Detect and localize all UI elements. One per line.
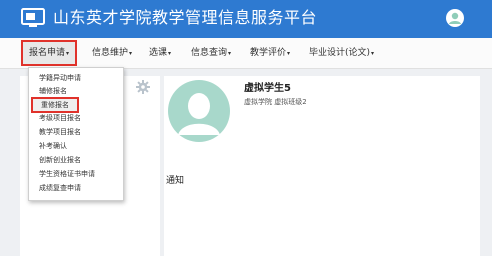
nav-item-label: 毕业设计(论文) xyxy=(309,48,371,58)
nav-item-label: 信息查询 xyxy=(191,48,228,58)
menu-item-innovation[interactable]: 创新创业报名 xyxy=(39,154,81,166)
chevron-down-icon: ▾ xyxy=(66,50,70,57)
app-title: 山东英才学院教学管理信息服务平台 xyxy=(53,8,318,27)
chevron-down-icon: ▾ xyxy=(168,50,172,57)
chevron-down-icon: ▾ xyxy=(287,50,291,57)
gear-icon[interactable] xyxy=(136,80,150,94)
menu-item-teaching-project[interactable]: 教学项目报名 xyxy=(39,126,81,138)
menu-item-makeup-confirm[interactable]: 补考确认 xyxy=(39,140,67,152)
chevron-down-icon: ▾ xyxy=(228,50,232,57)
menu-item-minor-registration[interactable]: 辅修报名 xyxy=(39,85,67,97)
notice-title: 通知 xyxy=(166,176,185,186)
profile-photo xyxy=(168,80,230,142)
nav-item-course-selection[interactable]: 选课▾ xyxy=(149,38,171,68)
student-name: 虚拟学生5 xyxy=(244,83,291,94)
nav-item-label: 选课 xyxy=(149,48,168,58)
nav-item-registration[interactable]: 报名申请▾ xyxy=(21,40,78,66)
menu-item-certificate[interactable]: 学生资格证书申请 xyxy=(39,168,95,180)
nav-item-label: 信息维护 xyxy=(92,48,129,58)
top-header: 山东英才学院教学管理信息服务平台 xyxy=(0,0,492,38)
chevron-down-icon: ▾ xyxy=(371,50,375,57)
menu-item-grade-review[interactable]: 成绩复查申请 xyxy=(39,182,81,194)
nav-item-graduation-design[interactable]: 毕业设计(论文)▾ xyxy=(309,38,374,68)
menu-item-retake-registration[interactable]: 重修报名 xyxy=(31,97,79,113)
menu-item-exam-registration[interactable]: 考级项目报名 xyxy=(39,112,81,124)
monitor-logo-icon xyxy=(21,8,45,27)
nav-item-label: 教学评价 xyxy=(250,48,287,58)
main-nav: 报名申请▾ 信息维护▾ 选课▾ 信息查询▾ 教学评价▾ 毕业设计(论文)▾ xyxy=(0,38,492,69)
nav-item-label: 报名申请 xyxy=(29,48,66,58)
menu-item-status-change[interactable]: 学籍异动申请 xyxy=(39,72,81,84)
user-avatar-icon[interactable] xyxy=(446,9,464,27)
nav-item-teaching-evaluation[interactable]: 教学评价▾ xyxy=(250,38,290,68)
chevron-down-icon: ▾ xyxy=(129,50,133,57)
student-class: 虚拟学院 虚拟班级2 xyxy=(244,98,307,106)
registration-dropdown: 学籍异动申请 辅修报名 重修报名 考级项目报名 教学项目报名 补考确认 创新创业… xyxy=(28,67,124,201)
nav-item-info-query[interactable]: 信息查询▾ xyxy=(191,38,231,68)
nav-item-info-maintenance[interactable]: 信息维护▾ xyxy=(92,38,132,68)
